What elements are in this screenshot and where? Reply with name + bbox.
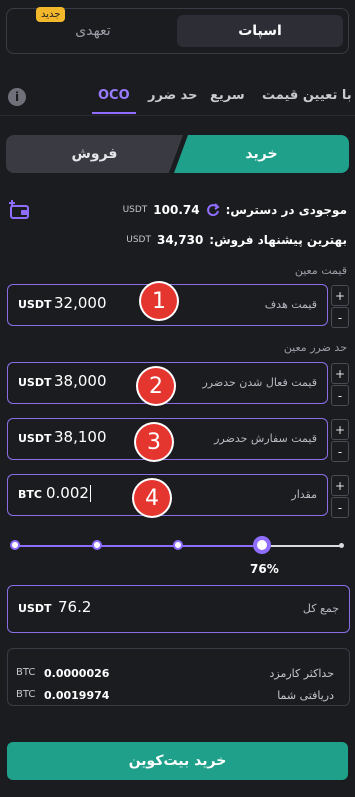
callout-4: 4 — [134, 480, 170, 516]
amount-value[interactable]: 0.002 — [46, 484, 91, 502]
balance-unit: USDT — [122, 205, 148, 215]
balance-value: 100.74 — [153, 203, 200, 217]
slider-step-25[interactable] — [92, 540, 102, 550]
max-fee-row: BTC 0.0000026 حداکثر کارمزد — [8, 667, 334, 683]
target-price-unit: USDT — [18, 298, 52, 311]
stop-order-label: قیمت سفارش حدضرر — [214, 432, 317, 445]
tab-quick[interactable]: سریع — [210, 88, 245, 103]
receive-value: 0.0019974 — [44, 689, 110, 702]
amount-label: مقدار — [291, 488, 317, 501]
slider-percent-label: 76% — [250, 562, 279, 576]
receive-label: دریافتی شما — [277, 689, 334, 702]
balance-label: موجودی در دسترس: — [225, 203, 347, 217]
amount-plus-button[interactable]: + — [331, 475, 349, 496]
stop-trigger-plus-button[interactable]: + — [331, 363, 349, 384]
slider-step-0[interactable] — [10, 540, 20, 550]
percent-slider-thumb[interactable] — [253, 536, 271, 554]
stop-order-value[interactable]: 38,100 — [54, 428, 107, 446]
best-offer-value: 34,730 — [156, 233, 204, 247]
stop-section-label: حد ضرر معین — [283, 341, 347, 354]
total-unit: USDT — [18, 602, 52, 615]
tab-oco[interactable]: OCO — [98, 88, 130, 103]
stop-trigger-value[interactable]: 38,000 — [54, 372, 107, 390]
target-price-plus-button[interactable]: + — [331, 285, 349, 306]
amount-minus-button[interactable]: - — [331, 497, 349, 518]
callout-2: 2 — [138, 368, 174, 404]
total-label: جمع کل — [302, 602, 339, 615]
total-value[interactable]: 76.2 — [58, 598, 91, 616]
stop-trigger-label: قیمت فعال شدن حدضرر — [202, 376, 317, 389]
tab-limit[interactable]: با تعیین قیمت — [262, 88, 352, 103]
margin-mode-button[interactable]: تعهدی — [10, 15, 176, 47]
target-section-label: قیمت معین — [294, 264, 347, 277]
new-badge: جدید — [36, 7, 66, 22]
percent-slider-rest[interactable] — [262, 545, 340, 547]
spot-mode-button[interactable]: اسپات — [177, 15, 343, 47]
receive-row: BTC 0.0019974 دریافتی شما — [8, 689, 334, 705]
stop-order-unit: USDT — [18, 432, 52, 445]
stop-trigger-minus-button[interactable]: - — [331, 385, 349, 406]
max-fee-label: حداکثر کارمزد — [269, 667, 334, 680]
stop-order-minus-button[interactable]: - — [331, 441, 349, 462]
max-fee-value: 0.0000026 — [44, 667, 110, 680]
sell-tab[interactable]: فروش — [6, 135, 183, 173]
buy-tab[interactable]: خرید — [174, 135, 349, 173]
available-balance: موجودی در دسترس: 100.74 USDT — [123, 203, 347, 217]
refresh-icon[interactable] — [206, 203, 220, 217]
best-offer-label: بهترین پیشنهاد فروش: — [209, 233, 347, 247]
target-price-value[interactable]: 32,000 — [54, 294, 107, 312]
best-offer-unit: USDT — [126, 235, 151, 245]
active-tab-indicator — [92, 112, 136, 114]
max-fee-unit: BTC — [16, 667, 36, 678]
target-price-label: قیمت هدف — [264, 298, 317, 311]
slider-step-100[interactable] — [339, 543, 344, 548]
best-sell-offer: بهترین پیشنهاد فروش: 34,730 USDT — [126, 233, 347, 247]
callout-1: 1 — [141, 283, 177, 319]
total-field[interactable]: USDT 76.2 جمع کل — [7, 585, 350, 633]
wallet-add-icon[interactable] — [8, 200, 30, 220]
target-price-minus-button[interactable]: - — [331, 307, 349, 328]
buy-bitcoin-button[interactable]: خرید بیت‌کوین — [7, 742, 348, 780]
stop-order-plus-button[interactable]: + — [331, 419, 349, 440]
tabs-divider — [0, 115, 355, 116]
stop-trigger-unit: USDT — [18, 376, 52, 389]
percent-slider-track[interactable] — [14, 545, 262, 547]
slider-step-50[interactable] — [173, 540, 183, 550]
info-icon[interactable]: i — [8, 88, 26, 106]
callout-3: 3 — [136, 424, 172, 460]
amount-unit: BTC — [18, 488, 42, 501]
receive-unit: BTC — [16, 689, 36, 700]
tab-stop-loss[interactable]: حد ضرر — [148, 88, 198, 103]
